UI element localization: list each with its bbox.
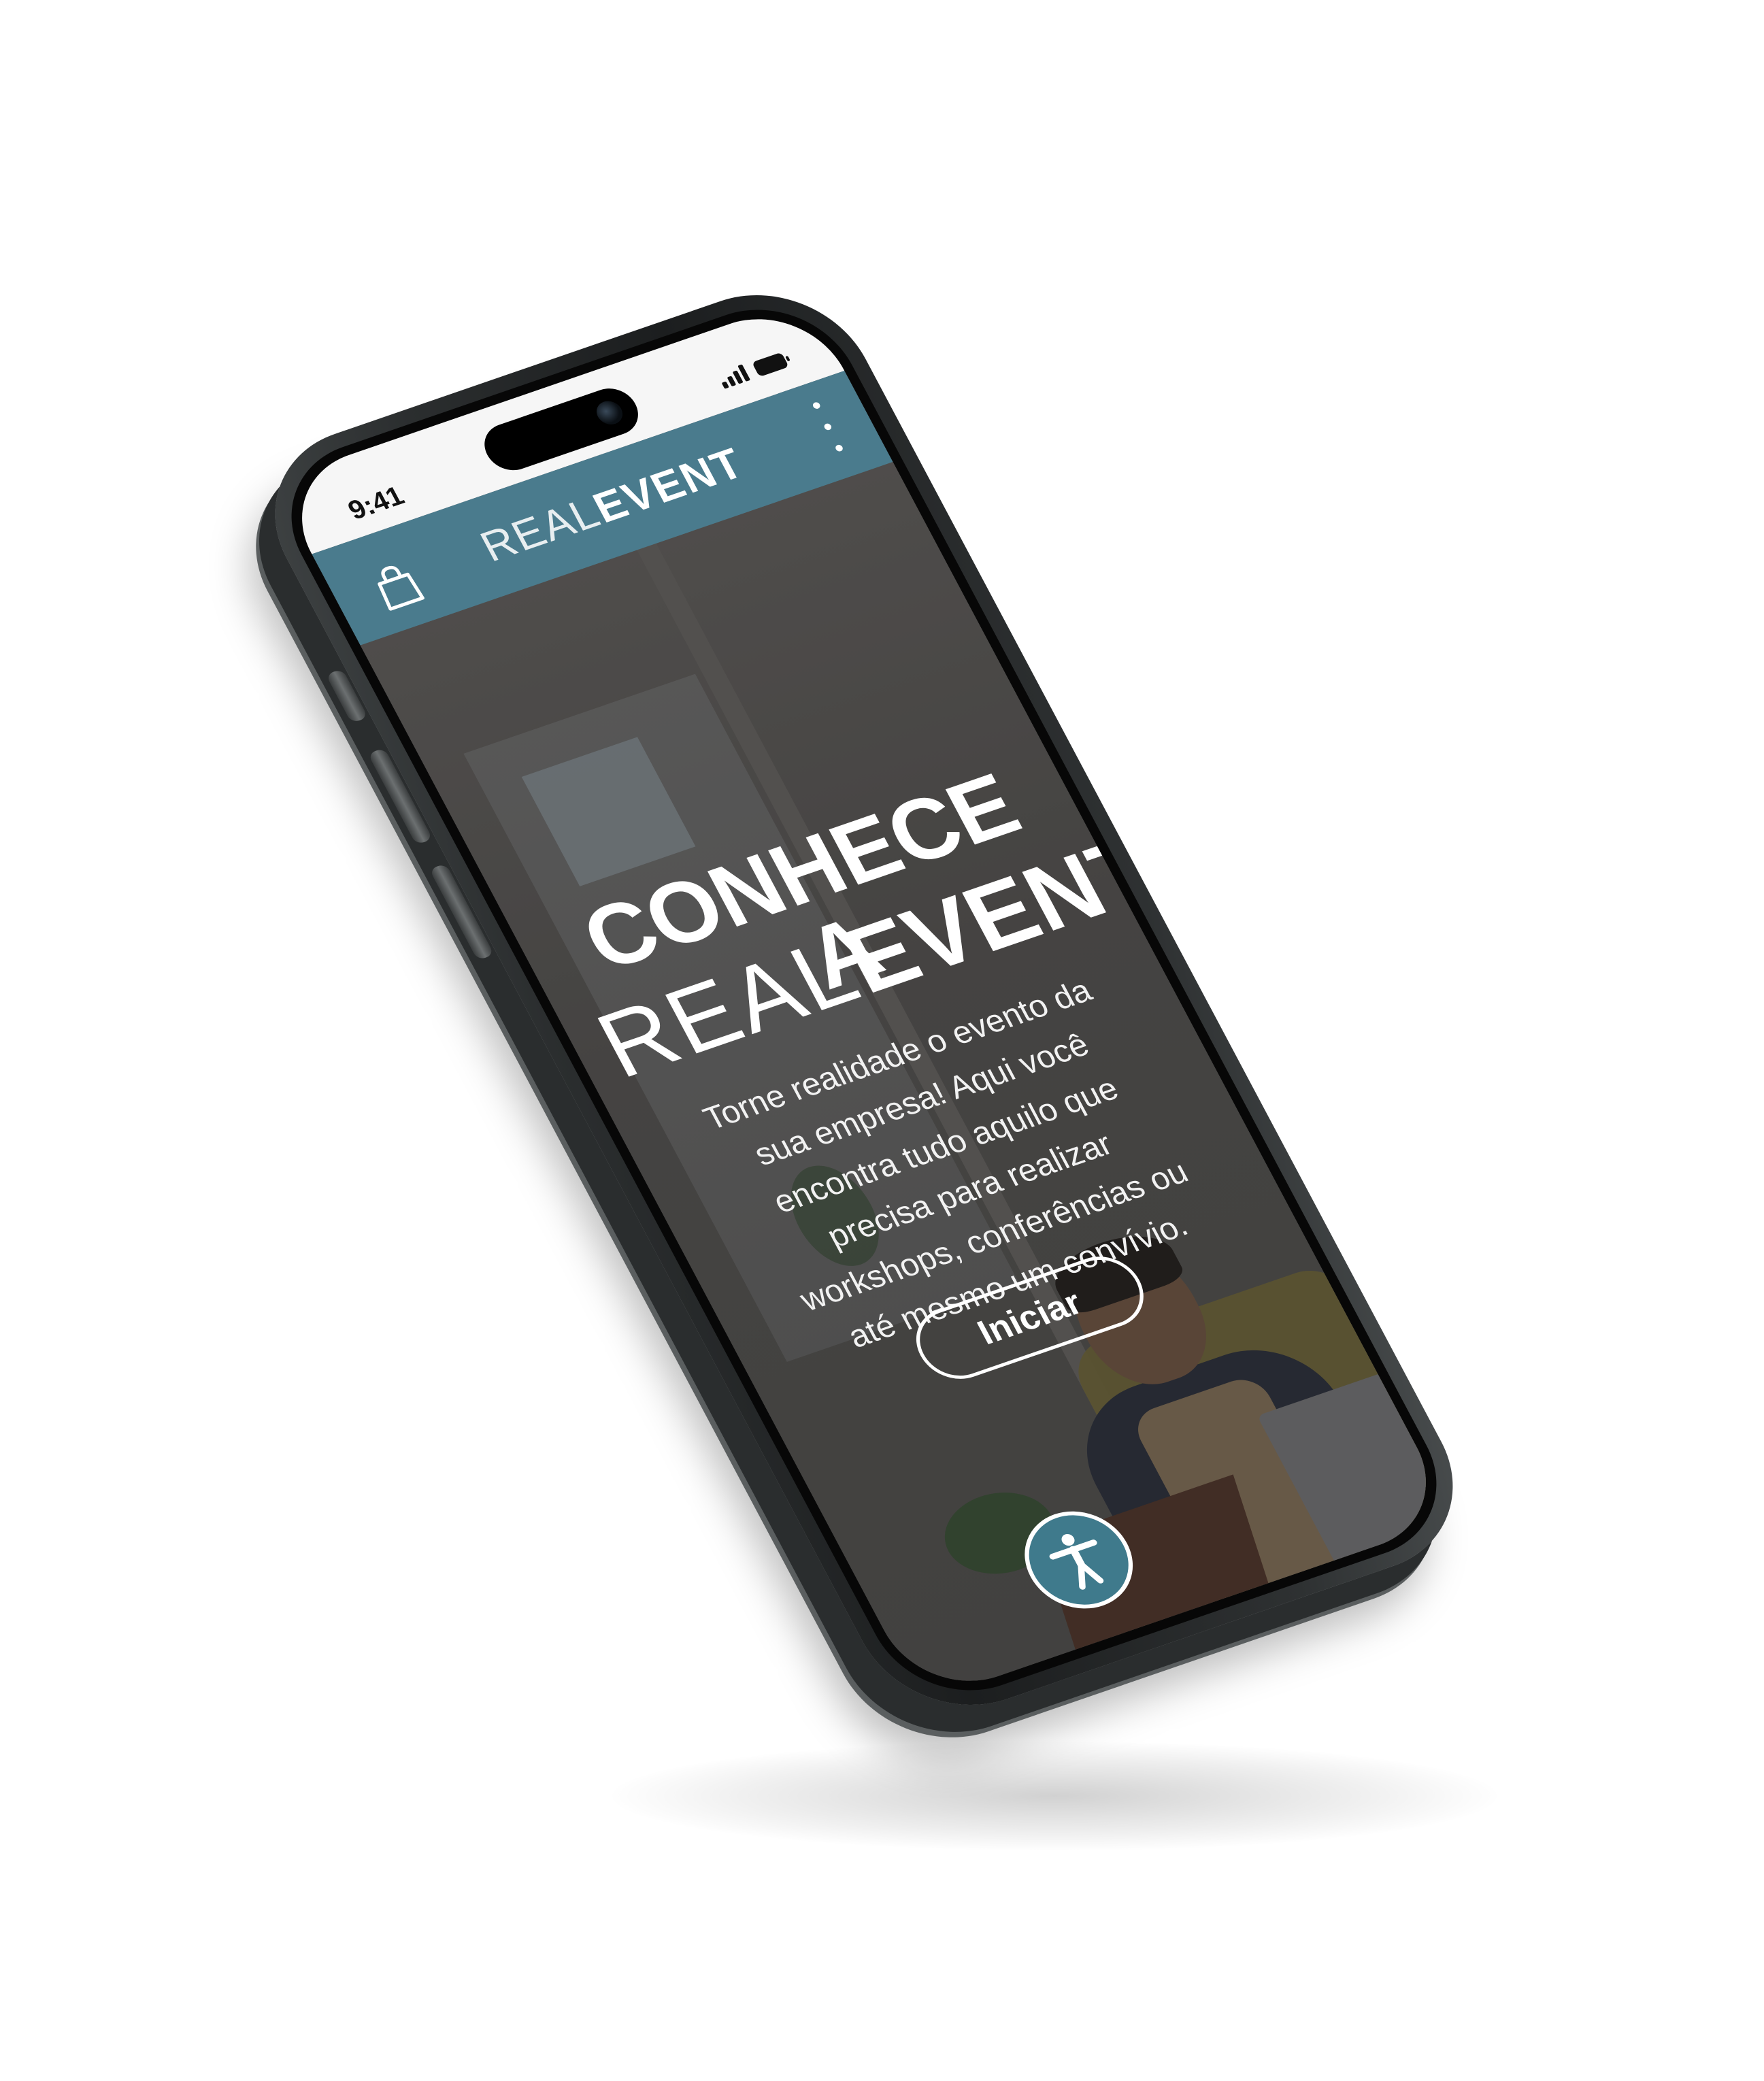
accessibility-icon xyxy=(1049,1533,1104,1590)
shopping-bag-icon[interactable] xyxy=(367,559,427,613)
more-vertical-icon[interactable] xyxy=(805,399,850,454)
phone-shadow xyxy=(612,1742,1497,1850)
hero-logo-dot xyxy=(1164,867,1189,890)
status-time: 9:41 xyxy=(343,480,410,526)
hero-section: CONHECE A REALEVENT Torne realidade o ev… xyxy=(360,462,1455,1703)
phone-mockup: 9:41 REALEVENT CONHECE A REALEVENT Torne… xyxy=(238,267,1490,1733)
header-logo-light: REAL xyxy=(472,488,609,571)
header-logo-bold: EVENT xyxy=(585,438,752,532)
front-camera-icon xyxy=(592,397,627,428)
mockup-stage: 9:41 REALEVENT CONHECE A REALEVENT Torne… xyxy=(0,0,1764,2081)
signal-icon xyxy=(716,364,751,389)
battery-icon xyxy=(751,352,789,378)
phone-screen: 9:41 REALEVENT CONHECE A REALEVENT Torne… xyxy=(273,297,1455,1703)
status-indicators xyxy=(716,351,789,389)
